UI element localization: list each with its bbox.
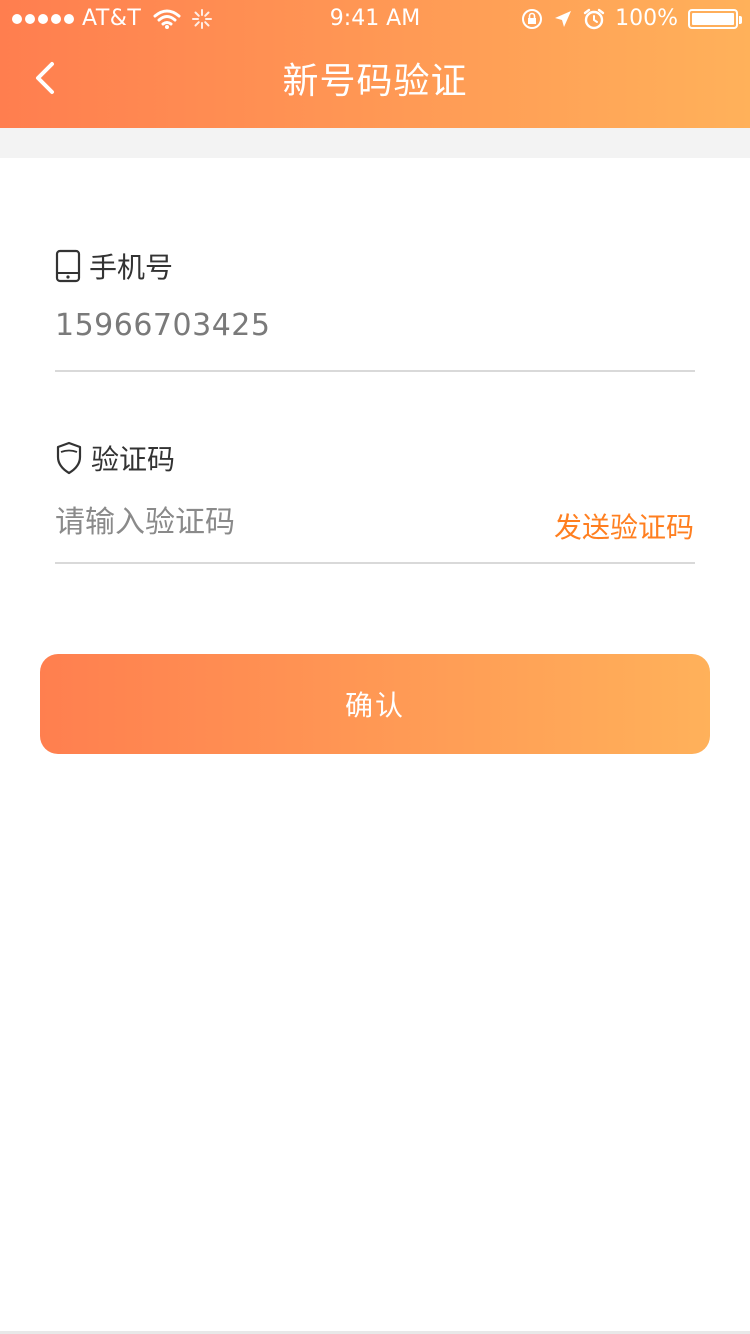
status-bar: AT&T 9:41 AM 100% bbox=[0, 0, 750, 40]
battery-percent: 100% bbox=[615, 6, 678, 31]
phone-number-value: 15966703425 bbox=[55, 308, 271, 343]
code-label: 验证码 bbox=[55, 438, 175, 478]
phone-field-divider bbox=[55, 370, 695, 372]
location-arrow-icon bbox=[555, 10, 572, 27]
phone-label-text: 手机号 bbox=[89, 251, 174, 284]
rotation-lock-icon bbox=[522, 8, 543, 29]
battery-icon bbox=[688, 8, 742, 29]
status-right: 100% bbox=[521, 6, 742, 31]
code-label-text: 验证码 bbox=[91, 443, 176, 476]
send-code-button[interactable]: 发送验证码 bbox=[554, 506, 694, 546]
code-field-divider bbox=[55, 562, 695, 564]
alarm-clock-icon bbox=[583, 8, 605, 29]
mobile-phone-icon bbox=[55, 249, 81, 283]
app-header: AT&T 9:41 AM 100% 新号码验证 bbox=[0, 0, 750, 128]
header-separator bbox=[0, 128, 750, 158]
confirm-button[interactable]: 确认 bbox=[40, 654, 710, 754]
phone-label: 手机号 bbox=[55, 246, 173, 286]
verification-code-input[interactable] bbox=[55, 500, 515, 544]
shield-icon bbox=[56, 441, 82, 475]
page-title: 新号码验证 bbox=[282, 61, 468, 102]
